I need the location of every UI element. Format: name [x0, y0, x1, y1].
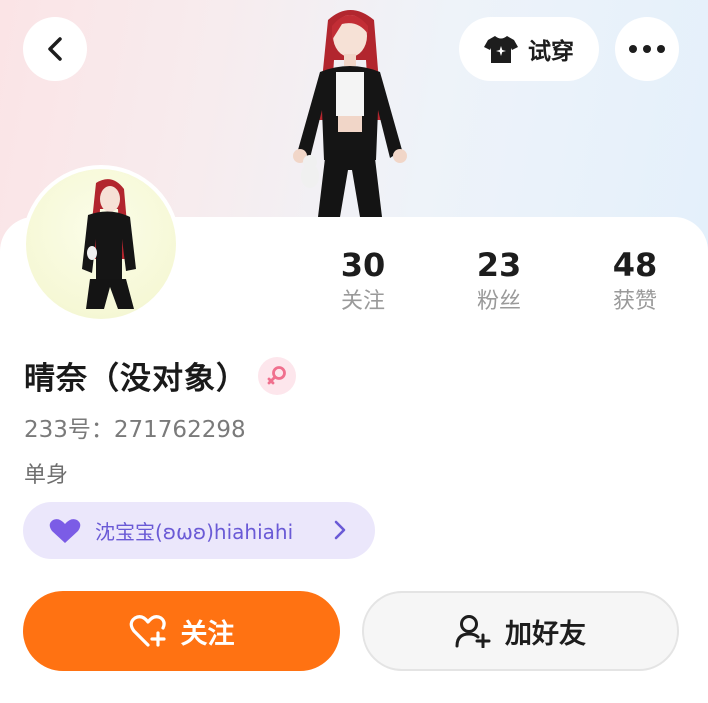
user-plus-icon [455, 615, 491, 648]
heart-plus-icon [129, 615, 166, 647]
partner-chip[interactable]: 沈宝宝(ʚωʚ)hiahiahi [23, 502, 375, 559]
stat-following[interactable]: 30 关注 [308, 245, 418, 319]
relationship-status: 单身 [24, 463, 69, 488]
chevron-left-icon [48, 37, 62, 61]
stat-likes[interactable]: 48 获赞 [580, 245, 690, 319]
back-button[interactable] [23, 17, 87, 81]
female-icon [267, 366, 286, 385]
heart-icon [49, 518, 81, 543]
follow-label: 关注 [180, 618, 235, 650]
tshirt-sparkle-icon [484, 36, 518, 63]
stat-following-label: 关注 [340, 289, 385, 314]
character-figure [293, 10, 407, 217]
more-dots-icon [629, 45, 665, 53]
avatar[interactable] [22, 165, 180, 323]
avatar-image [26, 169, 176, 319]
stat-fans[interactable]: 23 粉丝 [444, 245, 554, 319]
stat-following-value: 30 [340, 246, 386, 284]
add-friend-button[interactable]: 加好友 [362, 591, 679, 671]
avatar-figure [82, 179, 136, 309]
stat-likes-label: 获赞 [612, 289, 657, 314]
profile-name: 晴奈（没对象） [24, 361, 248, 397]
user-id: 233号：271762298 [24, 417, 246, 443]
partner-name: 沈宝宝(ʚωʚ)hiahiahi [95, 520, 294, 544]
chevron-right-icon [334, 520, 346, 540]
stat-fans-value: 23 [476, 246, 522, 284]
follow-button[interactable]: 关注 [23, 591, 340, 671]
stat-fans-label: 粉丝 [476, 289, 521, 314]
stat-likes-value: 48 [612, 246, 658, 284]
more-button[interactable] [615, 17, 679, 81]
try-on-button[interactable]: 试穿 [459, 17, 599, 81]
add-friend-label: 加好友 [505, 618, 586, 650]
try-on-label: 试穿 [528, 39, 574, 65]
gender-badge [258, 357, 296, 395]
